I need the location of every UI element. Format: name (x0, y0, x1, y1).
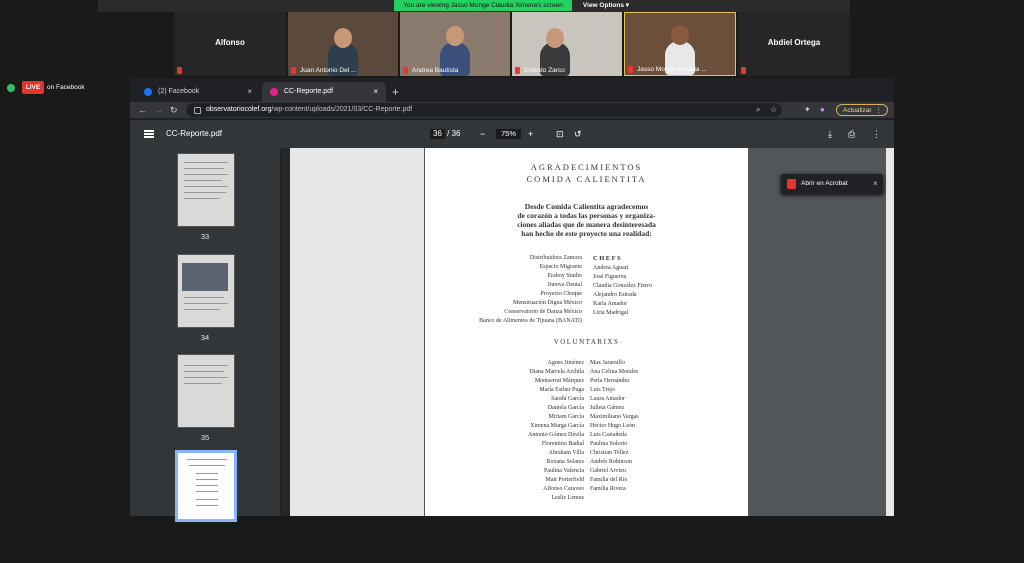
tab-facebook[interactable]: (2) Facebook × (136, 82, 260, 102)
print-icon[interactable]: ⎙ (848, 120, 855, 148)
update-label: Actualizar (843, 107, 872, 114)
participant-name: Abdiel Ortega (767, 38, 821, 47)
participant-name: Alfonso (215, 38, 245, 47)
new-tab-button[interactable]: + (392, 82, 399, 102)
sidebar-scrollbar[interactable] (282, 148, 290, 516)
tab-label: CC-Reporte.pdf (284, 88, 334, 95)
participant-name: Jasso Monge Claudia ... (637, 66, 707, 73)
participant-name: Juan Antonio Del ... (300, 67, 357, 74)
browser-window: (2) Facebook × CC-Reporte.pdf × + ← → ↻ … (130, 78, 894, 522)
participant-face (334, 28, 352, 48)
page-number-input[interactable]: 36 (430, 129, 445, 139)
chefs-heading: CHEFS (593, 255, 623, 262)
profile-avatar[interactable]: ● (820, 102, 825, 118)
pdf-page: AGRADECIMIENTOS COMIDA CALIENTITA Desde … (425, 148, 748, 516)
thumbnail-page-current[interactable] (175, 450, 237, 522)
thumbnail-page[interactable] (177, 354, 235, 428)
organizations-list: Distribuidora Zamora Espacio Migrante Erab… (479, 255, 582, 324)
previous-page-edge (290, 148, 424, 516)
zoom-out-button[interactable]: − (480, 120, 485, 148)
more-options-icon[interactable]: ⋮ (872, 120, 881, 148)
view-options-button[interactable]: View Options ▾ (576, 0, 636, 11)
pdf-title: CC-Reporte.pdf (166, 129, 223, 138)
intro-paragraph: Desde Comida Calientita agradecemos de c… (517, 202, 656, 238)
zoom-level[interactable]: 75% (496, 129, 522, 139)
close-icon[interactable]: × (247, 82, 252, 102)
participant-tile-juan[interactable]: Juan Antonio Del ... (288, 12, 398, 76)
facebook-icon (144, 88, 152, 96)
close-icon[interactable]: × (873, 174, 878, 194)
participant-tile-andrea[interactable]: Andrea Bautista (400, 12, 510, 76)
menu-icon[interactable] (144, 130, 154, 132)
address-bar[interactable]: observatoriocolef.org/wp-content/uploads… (186, 103, 782, 117)
forward-arrow-icon[interactable]: → (154, 102, 163, 118)
zoom-lens-icon[interactable]: ⌕ (756, 102, 760, 118)
zoom-in-button[interactable]: + (528, 120, 533, 148)
fit-page-icon[interactable]: ⊡ (556, 120, 564, 148)
update-button[interactable]: Actualizar ⋮ (836, 104, 888, 116)
voluntarios-heading: VOLUNTARIXS (553, 338, 620, 346)
participant-name: Ernesto Zarco (524, 67, 565, 74)
close-icon[interactable]: × (373, 82, 378, 102)
document-scrollbar[interactable] (886, 148, 894, 516)
live-badge[interactable]: LIVE (22, 81, 44, 94)
pdf-tab-icon (270, 88, 278, 96)
browser-toolbar: ← → ↻ observatoriocolef.org/wp-content/u… (130, 102, 894, 118)
reload-icon[interactable]: ↻ (170, 102, 178, 118)
participant-face (546, 28, 564, 48)
thumbnail-number: 35 (200, 433, 210, 442)
bookmark-star-icon[interactable]: ☆ (770, 102, 777, 118)
acrobat-icon (787, 179, 796, 189)
back-arrow-icon[interactable]: ← (138, 102, 147, 118)
page-title-2: COMIDA CALIENTITA (526, 174, 647, 184)
page-indicator: 36 / 36 (430, 129, 461, 139)
volunteers-right-list: Max Jaramillo Ana Celina Morales Perla Her… (590, 360, 639, 492)
live-platform-label: on Facebook (47, 84, 85, 91)
url-text: observatoriocolef.org/wp-content/uploads… (206, 106, 413, 113)
chefs-list: Andrea Aguari José Figueroa Claudia Gonzál… (593, 265, 652, 316)
tab-label: (2) Facebook (158, 88, 200, 95)
thumbnail-page[interactable] (177, 254, 235, 328)
participant-tile-ernesto[interactable]: Ernesto Zarco (512, 12, 622, 76)
thumbnail-number: 34 (200, 333, 210, 342)
download-icon[interactable]: ⤓ (828, 120, 832, 148)
muted-mic-icon (741, 67, 746, 74)
participant-tile-jasso[interactable]: Jasso Monge Claudia ... (624, 12, 736, 76)
view-options-label: View Options (582, 2, 624, 9)
page-total: 36 (451, 129, 461, 138)
viewing-banner: You are viewing Jasso Monge Claudia Xime… (394, 0, 572, 11)
rotate-icon[interactable]: ↺ (574, 120, 582, 148)
lock-icon (194, 107, 201, 114)
thumbnail-number: 33 (200, 232, 210, 241)
pdf-toolbar: CC-Reporte.pdf 36 / 36 − 75% + ⊡ ↺ ⤓ ⎙ ⋮ (130, 120, 894, 148)
thumbnail-sidebar: 33 34 35 (130, 148, 280, 522)
more-menu-icon: ⋮ (875, 107, 883, 114)
participant-face (446, 26, 464, 46)
shield-check-icon (7, 84, 15, 92)
tab-cc-reporte[interactable]: CC-Reporte.pdf × (262, 82, 386, 102)
participant-face (671, 25, 689, 45)
participant-tile-alfonso[interactable]: Alfonso (174, 12, 286, 76)
volunteers-left-list: Agnes Jiménez Diana Marcela Archila Montse… (528, 360, 584, 501)
open-in-acrobat-popup[interactable]: Abrir en Acrobat × (781, 174, 883, 194)
extensions-icon[interactable]: ✦ (804, 102, 811, 118)
participant-name: Andrea Bautista (412, 67, 459, 74)
thumbnail-page[interactable] (177, 153, 235, 227)
open-in-acrobat-label: Abrir en Acrobat (801, 180, 848, 187)
participant-tile-abdiel[interactable]: Abdiel Ortega (738, 12, 850, 76)
page-title-1: AGRADECIMIENTOS (530, 162, 643, 172)
document-area: AGRADECIMIENTOS COMIDA CALIENTITA Desde … (290, 148, 894, 516)
muted-mic-icon (177, 67, 182, 74)
page-separator: / (447, 129, 450, 138)
